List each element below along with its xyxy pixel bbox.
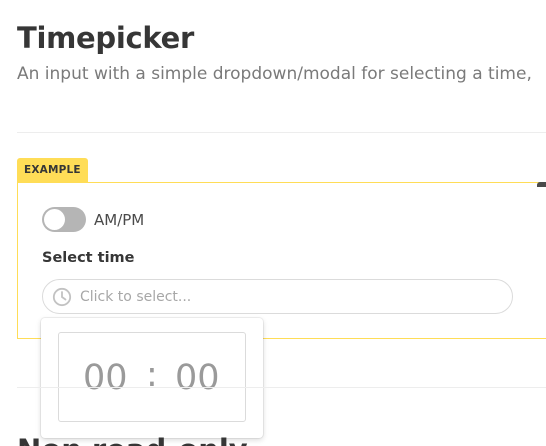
hours-select[interactable]: 00 [83, 357, 128, 399]
page-title: Timepicker [17, 21, 194, 55]
section-heading: Non read-only [17, 432, 248, 446]
time-input[interactable]: Click to select... [42, 279, 513, 314]
switch-knob [44, 209, 65, 230]
select-time-label: Select time [42, 250, 135, 266]
code-toggle-edge [537, 182, 546, 187]
ampm-switch[interactable] [42, 207, 86, 232]
divider [17, 387, 546, 388]
ampm-switch-label[interactable]: AM/PM [94, 210, 144, 230]
timepicker-dropdown: 00 : 00 [41, 318, 263, 438]
page-subtitle: An input with a simple dropdown/modal fo… [17, 64, 532, 84]
time-select-box: 00 : 00 [58, 332, 246, 422]
time-input-placeholder: Click to select... [80, 289, 192, 305]
minutes-select[interactable]: 00 [175, 357, 220, 399]
example-tag: EXAMPLE [17, 158, 88, 183]
divider [17, 132, 546, 133]
clock-icon [52, 287, 72, 307]
time-separator: : [146, 355, 158, 395]
